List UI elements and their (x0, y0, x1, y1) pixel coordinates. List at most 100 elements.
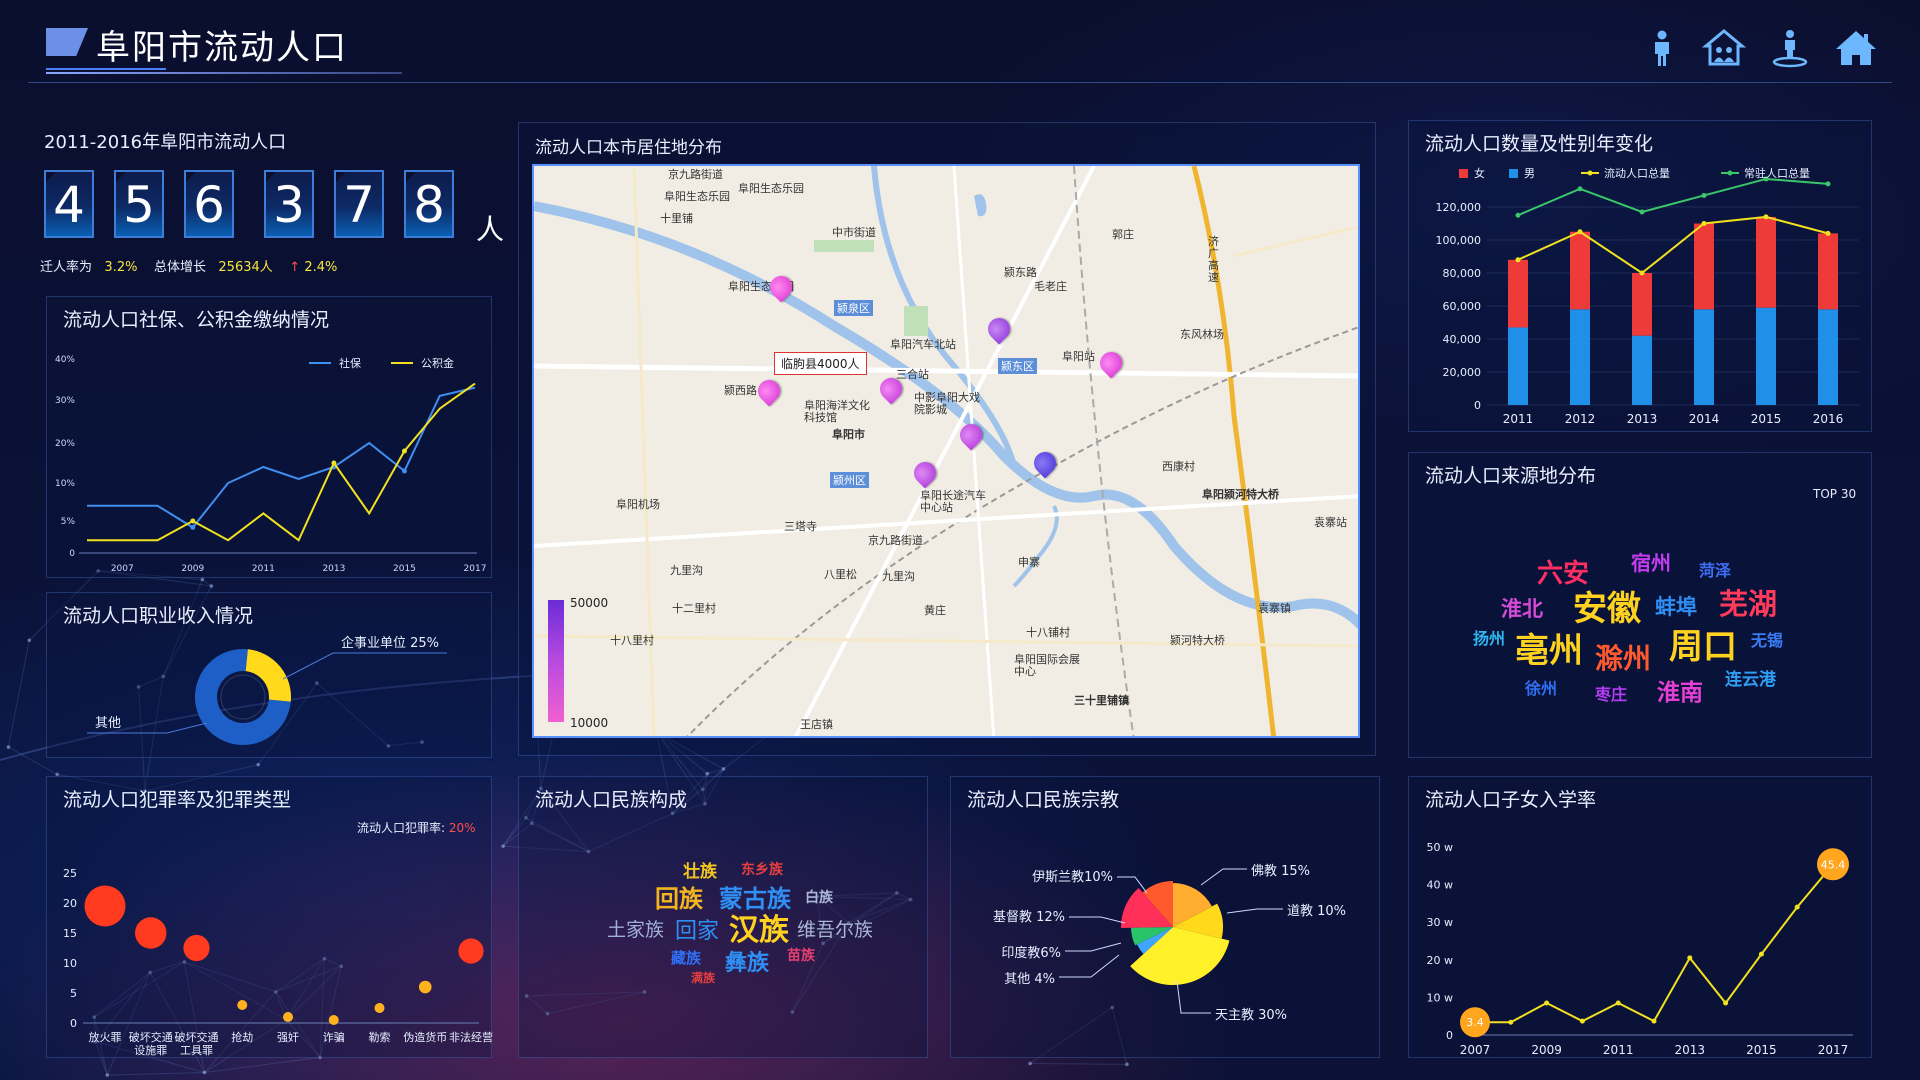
y-tick-label: 20 (63, 897, 77, 910)
y-tick-label: 60,000 (1443, 300, 1482, 313)
cloud-word: 藏族 (671, 949, 702, 967)
home-icon[interactable] (1834, 28, 1878, 68)
y-tick-label: 40% (55, 355, 75, 365)
ethnic-panel: 流动人口民族构成 壮族 东乡族 回族 蒙古族 白族 土家族 回家 汉族 维吾尔族… (518, 776, 928, 1058)
school-line-chart: 0 10 w 20 w 30 w 40 w 50 w 2007 2009 2011 2013 201… (1427, 841, 1853, 1057)
series-line-social-insurance (87, 386, 476, 529)
y-tick-label: 5% (61, 517, 76, 527)
map-place: 颍河特大桥 (1170, 634, 1225, 647)
x-tick-label: 2017 (464, 564, 487, 574)
gender-bar-chart: 0 20,000 40,000 60,000 80,000 100,000 120,000 2… (1436, 166, 1859, 426)
cloud-word: 回家 (675, 919, 720, 944)
network-node (1125, 1062, 1129, 1067)
bar-male (1756, 307, 1776, 405)
map-place: 阜阳颍河特大桥 (1202, 488, 1279, 501)
bar-male (1570, 309, 1590, 405)
legend-label: 流动人口总量 (1604, 166, 1670, 180)
growth-rate: 2.4% (304, 260, 338, 275)
y-tick-label: 0 (1474, 399, 1481, 412)
y-tick-label: 50 w (1427, 841, 1454, 854)
leader-line (1200, 868, 1247, 886)
slice-label: 伊斯兰教10% (1032, 869, 1113, 885)
data-point (1544, 1000, 1550, 1006)
legend-min: 10000 (570, 716, 609, 730)
cloud-word: 淮南 (1657, 680, 1703, 706)
map-place: 王店镇 (800, 718, 833, 731)
network-node (256, 762, 260, 767)
crime-bubble (135, 917, 167, 949)
crime-bubble (418, 980, 432, 994)
map-place: 三塔寺 (784, 520, 817, 533)
city-map[interactable]: 京九路街道 阜阳生态乐园 十里铺 阜阳生态乐园 中市街道 阜阳生态乐园 颍泉区 … (532, 164, 1360, 738)
y-tick-label: 10 w (1427, 991, 1454, 1004)
top30-badge: TOP 30 (1813, 487, 1857, 501)
map-tooltip: 临朐县4000人 (774, 352, 867, 375)
x-tick-label: 破坏交通 (175, 1030, 219, 1044)
y-tick-label: 15 (63, 927, 77, 940)
x-tick-label: 伪造货币 (403, 1030, 447, 1044)
map-place: 中影阜阳大戏院影城 (914, 391, 980, 416)
network-node (1028, 1061, 1032, 1066)
legend-label: 男 (1524, 167, 1535, 180)
map-place: 毛老庄 (1034, 280, 1067, 293)
data-point (1794, 904, 1800, 910)
y-tick-label: 30 w (1427, 916, 1454, 929)
map-place: 三合站 (896, 368, 929, 381)
network-node (501, 844, 505, 848)
data-point (1701, 221, 1707, 226)
y-tick-label: 5 (70, 987, 77, 1000)
legend-swatch (1509, 169, 1518, 178)
crime-panel: 流动人口犯罪率及犯罪类型 流动人口犯罪率: 20% 0 5 10 15 20 25 放火罪破… (46, 776, 493, 1058)
crime-bubble (374, 1003, 385, 1013)
x-tick-label: 2015 (393, 564, 416, 574)
map-place: 十八铺村 (1026, 626, 1070, 639)
map-place: 颍东路 (1004, 266, 1037, 279)
data-point (1825, 181, 1831, 187)
y-tick-label: 0 (69, 549, 75, 559)
person-icon[interactable] (1640, 28, 1684, 68)
legend-swatch (1459, 169, 1468, 178)
house-people-icon[interactable] (1702, 28, 1746, 68)
bar-female (1632, 273, 1652, 336)
map-place: 袁寨站 (1314, 516, 1347, 529)
growth-arrow-icon: ↑ (289, 260, 301, 275)
school-panel: 流动人口子女入学率 0 10 w 20 w 30 w 40 w 50 w 2007 2009 2… (1408, 776, 1872, 1058)
cloud-word: 东乡族 (741, 862, 783, 878)
map-place: 九里沟 (882, 570, 915, 583)
kpi-unit: 人 (476, 213, 505, 246)
enrollment-line (1475, 863, 1834, 1024)
map-place: 十八里村 (610, 634, 654, 647)
x-tick-label: 2015 (1751, 412, 1782, 426)
x-tick-label: 2007 (111, 564, 134, 574)
slice-label: 企事业单位 25% (341, 635, 439, 651)
leader-line (1059, 954, 1120, 978)
map-place: 阜阳站 (1062, 350, 1095, 363)
start-value-label: 3.4 (1466, 1016, 1484, 1029)
person-location-icon[interactable] (1768, 28, 1812, 68)
data-point (1651, 1018, 1657, 1024)
x-tick-label: 强奸 (277, 1030, 299, 1044)
y-tick-label: 20% (55, 439, 75, 449)
cloud-word: 枣庄 (1595, 685, 1628, 704)
kpi-digit: 7 (334, 170, 384, 238)
leader-line (1226, 908, 1283, 914)
data-point (1639, 270, 1645, 276)
cloud-word: 汉族 (729, 913, 789, 948)
cloud-word: 安徽 (1573, 589, 1641, 629)
map-place: 十二里村 (672, 602, 716, 615)
cloud-word: 维吾尔族 (797, 919, 874, 941)
data-point (1701, 192, 1707, 198)
data-point (1825, 230, 1831, 236)
x-tick-label: 2014 (1689, 412, 1720, 426)
cloud-word: 滁州 (1595, 642, 1652, 675)
x-tick-label: 破坏交通 (129, 1030, 173, 1044)
bar-female (1570, 231, 1590, 310)
social-security-panel: 流动人口社保、公积金缴纳情况 0 5% 10% 20% 30% 40% 2007 2009 20… (46, 296, 492, 578)
x-tick-label: 2011 (252, 564, 275, 574)
kpi-digit: 6 (184, 170, 234, 238)
map-place: 中市街道 (832, 226, 876, 239)
map-place: 阜阳生态乐园 (664, 190, 730, 203)
data-point (1508, 1019, 1514, 1025)
map-place: 阜阳国际会展中心 (1014, 653, 1080, 678)
network-link (707, 768, 724, 775)
